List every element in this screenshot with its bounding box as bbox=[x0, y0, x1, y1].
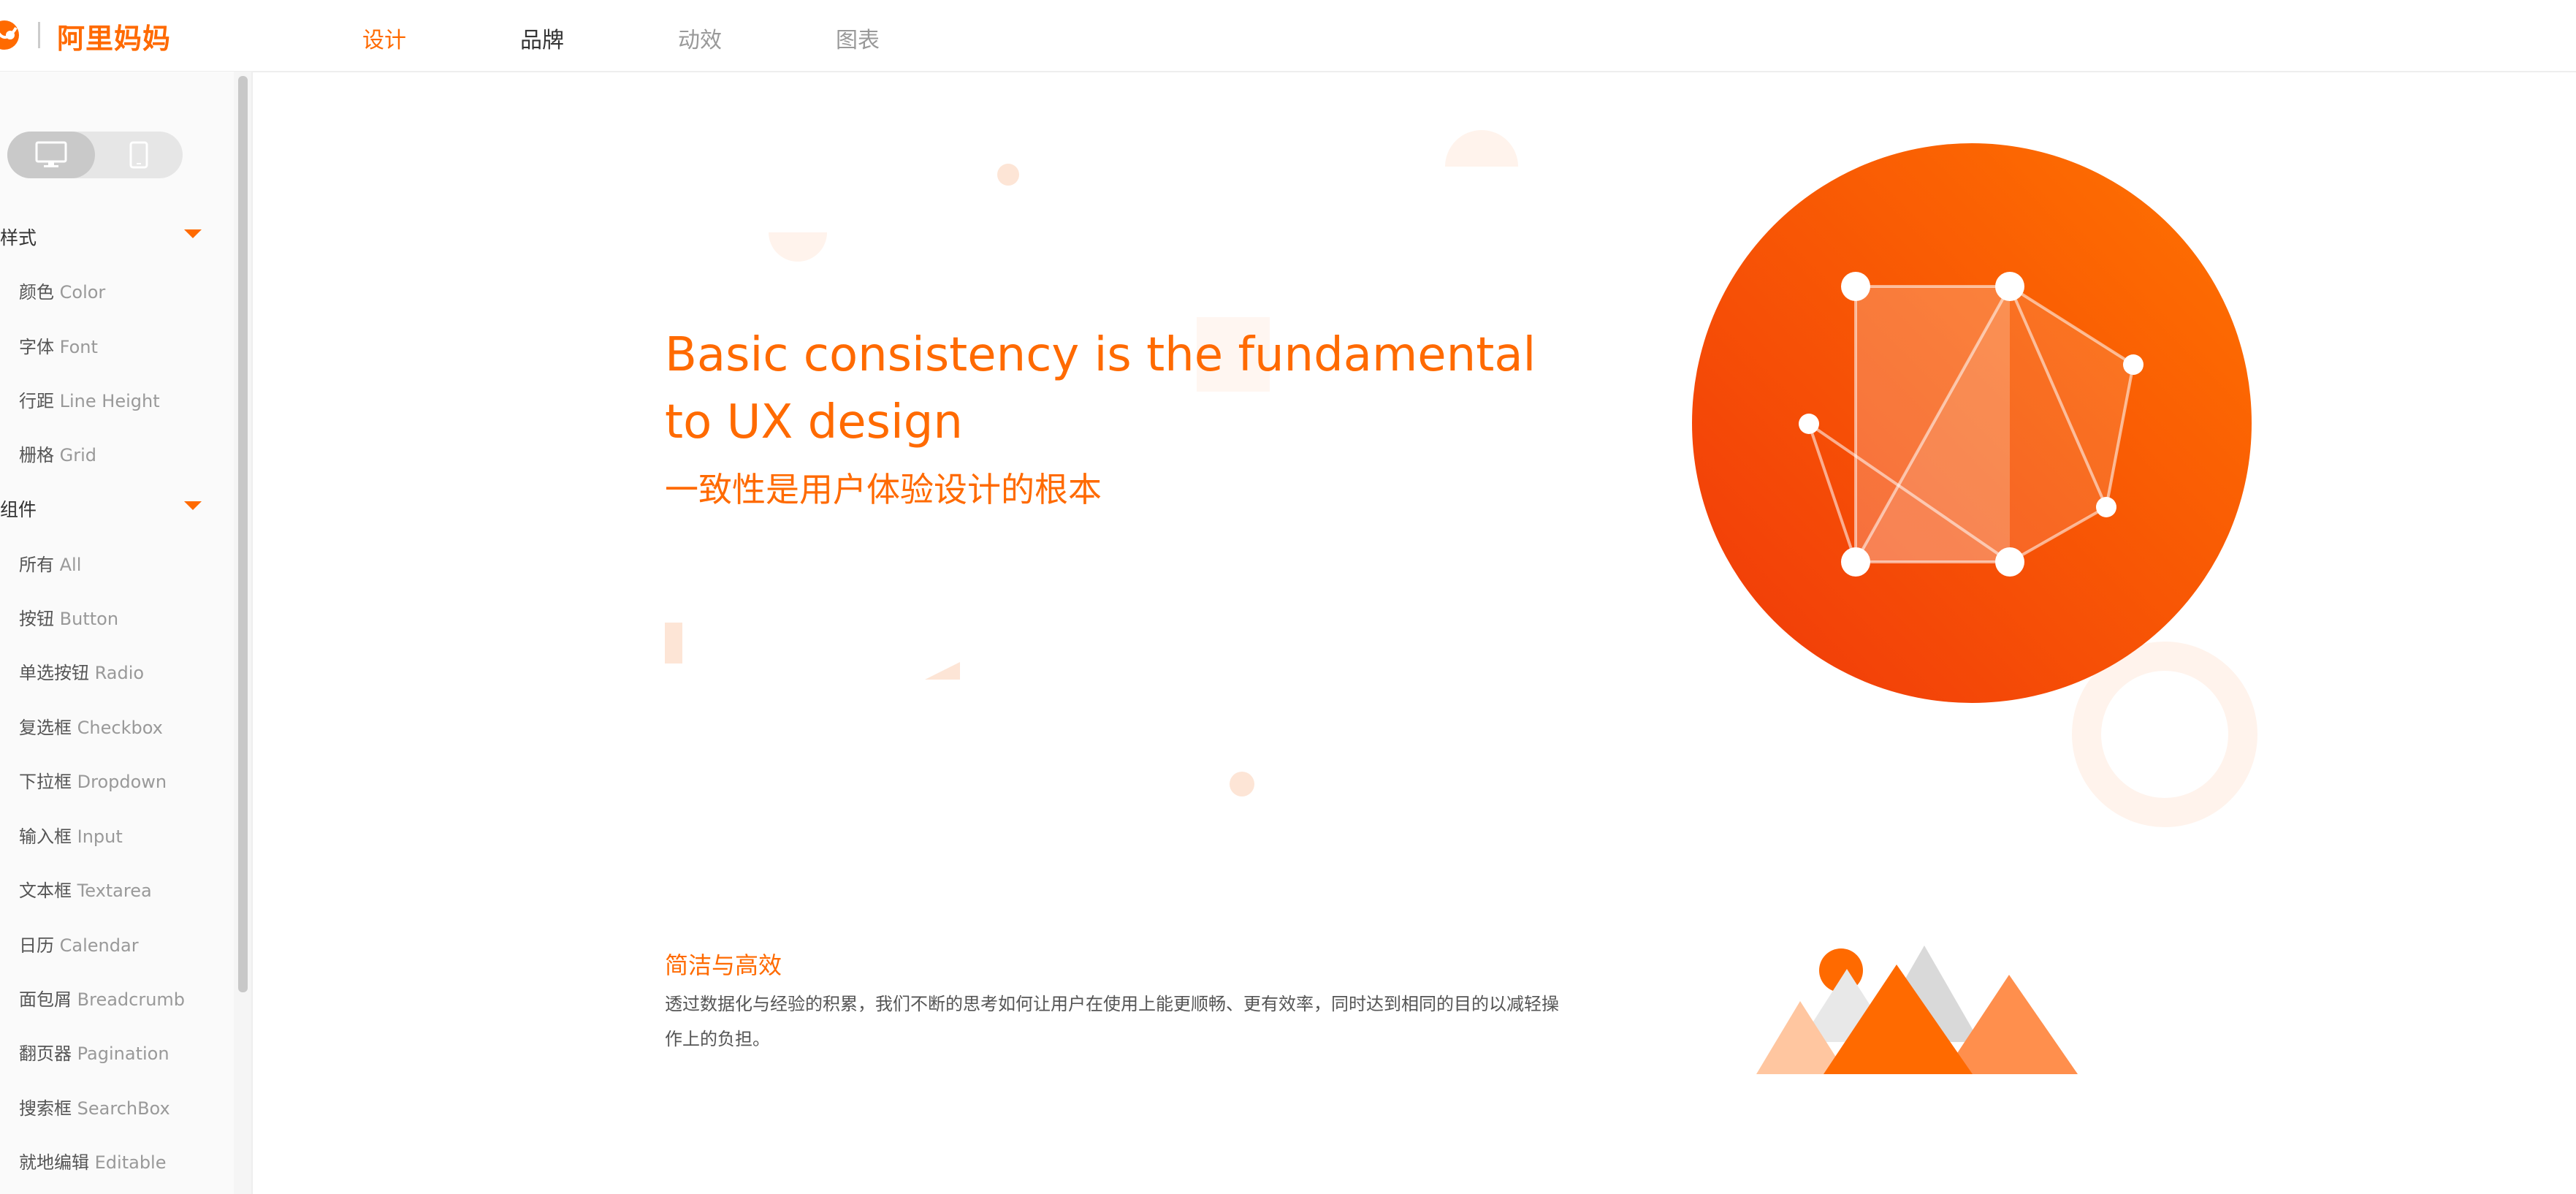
logo-divider bbox=[38, 22, 40, 48]
sidebar-group-title[interactable]: 样式 bbox=[0, 224, 37, 250]
sidebar-item-label: 按钮 bbox=[19, 609, 54, 629]
sidebar-item-calendar[interactable]: 日历 Calendar bbox=[19, 931, 139, 957]
sidebar-item-label-en: Button bbox=[59, 609, 119, 629]
decor-dot bbox=[1230, 772, 1254, 796]
sidebar-item-label-en: Editable bbox=[94, 1152, 167, 1173]
sidebar-group-title[interactable]: 组件 bbox=[0, 495, 37, 522]
hero-subtitle: 一致性是用户体验设计的根本 bbox=[665, 470, 1102, 509]
sidebar-item-label-en: Textarea bbox=[77, 881, 152, 901]
sidebar-scrollbar-thumb[interactable] bbox=[238, 76, 248, 992]
sidebar-item-label: 日历 bbox=[19, 935, 54, 956]
sidebar-item-label: 面包屑 bbox=[19, 989, 72, 1010]
sidebar-item-label: 颜色 bbox=[19, 282, 54, 303]
sidebar-item-input[interactable]: 输入框 Input bbox=[19, 822, 123, 848]
sidebar-item-label-en: Checkbox bbox=[77, 718, 163, 738]
sidebar-item-label-en: All bbox=[59, 555, 82, 575]
sidebar-item-label: 文本框 bbox=[19, 881, 72, 901]
device-toggle bbox=[7, 132, 183, 178]
sidebar-item-textarea[interactable]: 文本框 Textarea bbox=[19, 876, 152, 902]
mountains-illustration bbox=[1756, 946, 2078, 1074]
nav-tab-motion[interactable]: 动效 bbox=[678, 22, 722, 54]
sidebar-item-label: 搜索框 bbox=[19, 1098, 72, 1119]
sidebar-item-label-en: Line Height bbox=[59, 391, 160, 411]
sidebar-item-label: 字体 bbox=[19, 337, 54, 357]
sidebar-item-label-en: SearchBox bbox=[77, 1098, 170, 1119]
sidebar-item-button[interactable]: 按钮 Button bbox=[19, 604, 118, 630]
nav-tab-brand[interactable]: 品牌 bbox=[520, 22, 564, 54]
sidebar-item-label-en: Font bbox=[59, 337, 98, 357]
section-description: 透过数据化与经验的积累，我们不断的思考如何让用户在使用上能更顺畅、更有效率，同时… bbox=[665, 994, 1559, 1049]
sidebar-item-dropdown[interactable]: 下拉框 Dropdown bbox=[19, 767, 167, 793]
sidebar-item-label: 所有 bbox=[19, 555, 54, 575]
nav-tab-design[interactable]: 设计 bbox=[362, 22, 406, 54]
sidebar-item-label: 翻页器 bbox=[19, 1043, 72, 1064]
section-title: 简洁与高效 bbox=[665, 951, 782, 979]
collapse-arrow-icon[interactable] bbox=[184, 229, 202, 238]
decor-triangle bbox=[925, 662, 960, 680]
sidebar-item-all[interactable]: 所有 All bbox=[19, 550, 81, 576]
collapse-arrow-icon[interactable] bbox=[184, 501, 202, 510]
sidebar-item-label-en: Color bbox=[59, 282, 106, 303]
sidebar-item-label-en: Pagination bbox=[77, 1043, 169, 1064]
desktop-icon bbox=[35, 141, 67, 167]
sidebar-item-line-height[interactable]: 行距 Line Height bbox=[19, 387, 160, 412]
desktop-toggle-button[interactable] bbox=[7, 132, 95, 178]
decor-half-circle bbox=[1445, 130, 1518, 167]
sidebar-item-label: 单选按钮 bbox=[19, 663, 89, 683]
sidebar-item-label: 复选框 bbox=[19, 718, 72, 738]
sidebar-item-label-en: Grid bbox=[59, 445, 97, 465]
alimama-logo-icon bbox=[0, 20, 19, 50]
top-header: 阿里妈妈 设计 品牌 动效 图表 bbox=[0, 0, 2576, 72]
decor-bar bbox=[665, 623, 682, 663]
hero-title: Basic consistency is the fundamental to … bbox=[665, 328, 1536, 449]
sidebar-item-grid[interactable]: 栅格 Grid bbox=[19, 441, 96, 466]
sidebar-item-color[interactable]: 颜色 Color bbox=[19, 278, 105, 303]
sidebar-item-breadcrumb[interactable]: 面包屑 Breadcrumb bbox=[19, 985, 185, 1011]
sidebar-item-pagination[interactable]: 翻页器 Pagination bbox=[19, 1039, 169, 1065]
sidebar-item-searchbox[interactable]: 搜索框 SearchBox bbox=[19, 1094, 170, 1119]
nav-tab-charts[interactable]: 图表 bbox=[836, 22, 880, 54]
sidebar-item-label: 行距 bbox=[19, 391, 54, 411]
sidebar-item-checkbox[interactable]: 复选框 Checkbox bbox=[19, 713, 163, 739]
brand-logo-text[interactable]: 阿里妈妈 bbox=[57, 16, 171, 56]
decor-dot bbox=[997, 164, 1019, 186]
sidebar-item-label-en: Calendar bbox=[59, 935, 139, 956]
sidebar-item-label: 输入框 bbox=[19, 826, 72, 847]
sidebar-item-editable[interactable]: 就地编辑 Editable bbox=[19, 1148, 167, 1174]
decor-half-circle bbox=[769, 232, 827, 262]
sidebar-item-label: 下拉框 bbox=[19, 772, 72, 792]
sidebar-item-label-en: Radio bbox=[94, 663, 145, 683]
mobile-toggle-button[interactable] bbox=[95, 132, 183, 178]
sidebar bbox=[0, 72, 253, 1194]
sidebar-item-label: 就地编辑 bbox=[19, 1152, 89, 1173]
sidebar-item-label-en: Input bbox=[77, 826, 123, 847]
network-globe-illustration bbox=[1692, 143, 2252, 703]
sidebar-item-label-en: Dropdown bbox=[77, 772, 167, 792]
sidebar-item-label: 栅格 bbox=[19, 445, 54, 465]
mobile-icon bbox=[129, 141, 148, 169]
sidebar-item-label-en: Breadcrumb bbox=[77, 989, 186, 1010]
sidebar-item-font[interactable]: 字体 Font bbox=[19, 332, 98, 358]
sidebar-item-radio[interactable]: 单选按钮 Radio bbox=[19, 658, 144, 684]
